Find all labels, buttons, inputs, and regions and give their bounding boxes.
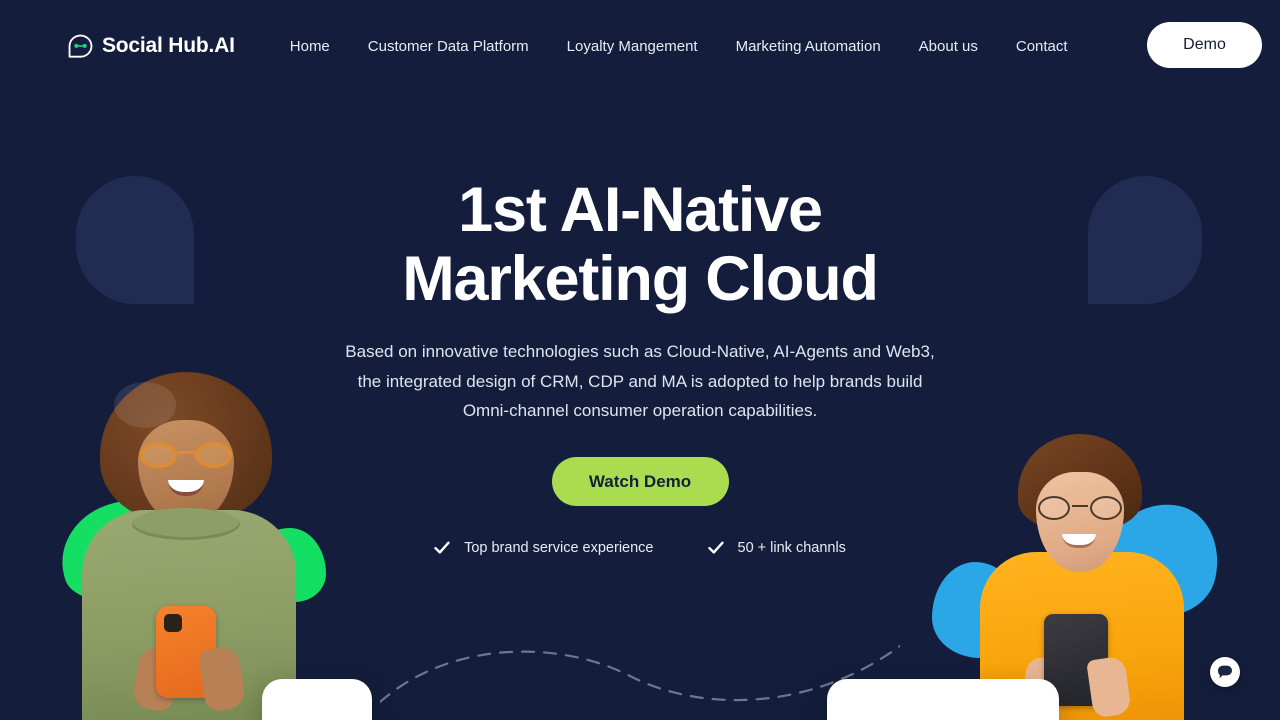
nav-item-about-us[interactable]: About us	[900, 30, 997, 63]
feature-label: 50 + link channls	[737, 540, 846, 557]
nav-item-marketing-automation[interactable]: Marketing Automation	[717, 30, 900, 63]
nav-item-loyalty-mangement[interactable]: Loyalty Mangement	[548, 30, 717, 63]
hero-feature-list: Top brand service experience 50 + link c…	[434, 540, 846, 556]
brand-name: Social Hub.AI	[102, 34, 235, 57]
dashed-wave-line	[380, 644, 900, 704]
nav-item-home[interactable]: Home	[271, 30, 349, 63]
person-left-collar	[132, 508, 240, 540]
chat-bubble-card-left: Hello 👋	[262, 679, 372, 720]
hero-image-person-left	[50, 370, 352, 720]
main-navigation: Home Customer Data Platform Loyalty Mang…	[271, 30, 1087, 63]
person-right-glasses	[1036, 496, 1124, 520]
feature-item: Top brand service experience	[434, 540, 654, 557]
support-chat-widget-button[interactable]	[1210, 657, 1240, 687]
hero-image-person-right	[932, 420, 1229, 720]
page-title-line-1: 1st AI-Native	[458, 175, 823, 245]
page-title: 1st AI-Native Marketing Cloud	[310, 176, 970, 313]
hero-subtitle: Based on innovative technologies such as…	[345, 342, 935, 420]
person-left-glasses	[138, 442, 234, 468]
brand-logo-link[interactable]: Social Hub.AI	[68, 34, 235, 59]
nav-item-contact[interactable]: Contact	[997, 30, 1087, 63]
watch-demo-button[interactable]: Watch Demo	[551, 457, 729, 507]
check-icon	[707, 541, 724, 554]
demo-button[interactable]: Demo	[1147, 22, 1262, 68]
feature-item: 50 + link channls	[707, 540, 846, 557]
decorative-teardrop-right	[1088, 176, 1202, 304]
landing-page: Social Hub.AI Home Customer Data Platfor…	[0, 0, 1280, 720]
chat-bubble-card-right: Hi! Check out this model	[827, 679, 1059, 720]
check-icon	[434, 541, 450, 554]
speech-bubble-node-logo-icon	[68, 34, 93, 58]
site-header: Social Hub.AI Home Customer Data Platfor…	[0, 0, 1280, 92]
page-title-line-2: Marketing Cloud	[402, 243, 879, 314]
decorative-teardrop-left	[76, 176, 194, 304]
feature-label: Top brand service experience	[464, 540, 654, 557]
nav-item-customer-data-platform[interactable]: Customer Data Platform	[349, 30, 548, 63]
chat-bubble-icon	[1218, 665, 1232, 679]
